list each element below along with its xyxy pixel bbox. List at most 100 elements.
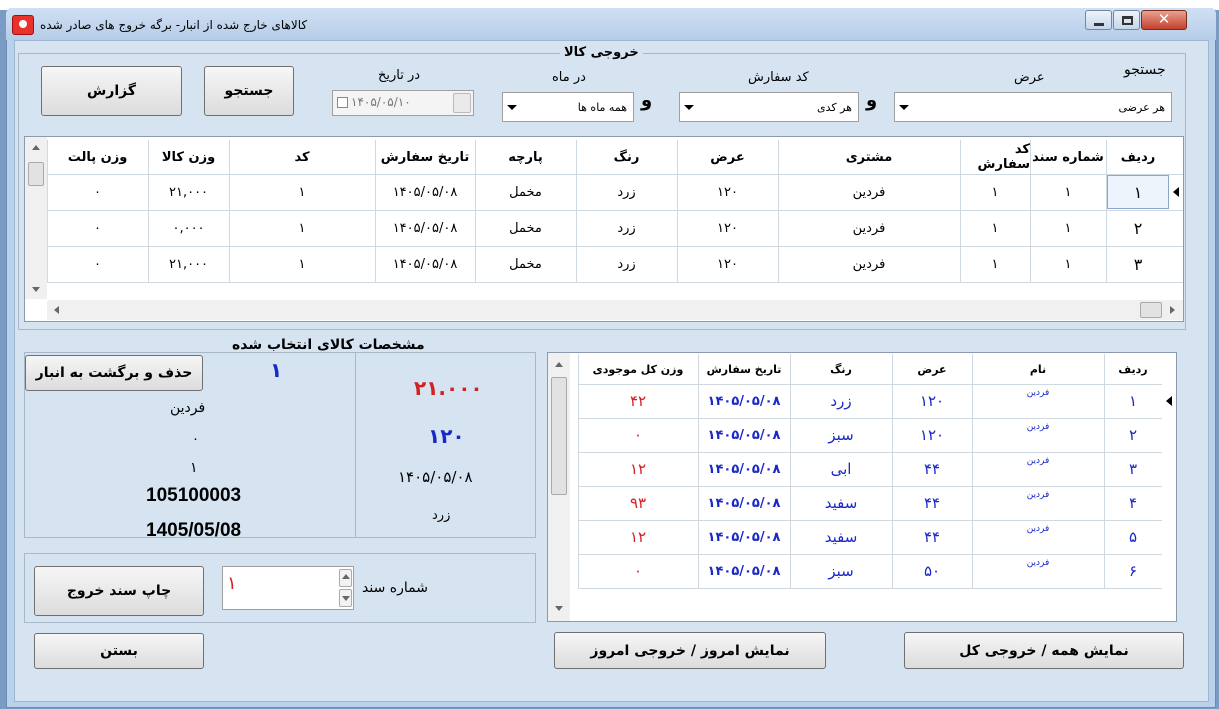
inventory-cell-total-stock-weight: ۱۲ [629,528,647,546]
selected-color: زرد [432,508,451,523]
cell-order-code: ۱ [991,256,999,272]
scroll-up-icon[interactable] [555,362,563,367]
scroll-right-icon[interactable] [1170,306,1175,314]
row-pointer-icon [1173,187,1179,197]
show-all-button[interactable]: نمایش همه / خروجی کل [904,632,1184,669]
inventory-cell-order-date: ۱۴۰۵/۰۵/۰۸ [707,427,781,443]
inventory-cell-name: فردین [1026,558,1050,568]
output-grid-hscroll-thumb[interactable] [1140,302,1162,318]
scroll-down-icon[interactable] [555,606,563,611]
cell-customer: فردین [852,184,886,200]
column-header-color[interactable]: رنگ [576,140,677,174]
dropdown-arrow-icon [684,105,694,110]
inventory-cell-order-date: ۱۴۰۵/۰۵/۰۸ [707,461,781,477]
column-header-document-number[interactable]: شماره سند [1030,140,1106,174]
inventory-cell-color: سبز [828,426,854,444]
inventory-cell-order-date: ۱۴۰۵/۰۵/۰۸ [707,529,781,545]
spin-down-icon [342,596,350,601]
inventory-header-color[interactable]: رنگ [790,354,892,384]
spin-up-icon [342,574,350,579]
close-button[interactable]: ✕ [1141,10,1187,30]
inventory-cell-total-stock-weight: ۱۲ [629,460,647,478]
column-header-order-date[interactable]: تاریخ سفارش [375,140,475,174]
selected-weight: ۲۱.۰۰۰ [414,376,483,400]
cell-order-date: ۱۴۰۵/۰۵/۰۸ [392,256,458,272]
month-filter-combo[interactable]: همه ماه ها [502,92,634,122]
cell-goods-weight: ۲۱,۰۰۰ [168,256,209,272]
minimize-button[interactable] [1085,10,1112,30]
cell-document-number: ۱ [1064,184,1072,200]
dropdown-arrow-icon [899,105,909,110]
column-header-order-code[interactable]: کد سفارش [960,140,1030,174]
output-grid-vscroll-thumb[interactable] [28,162,44,186]
inventory-cell-width: ۴۴ [923,528,941,546]
date-filter-checkbox[interactable] [337,97,348,108]
inventory-cell-name: فردین [1026,388,1050,398]
selected-barcode: 105100003 [146,485,242,506]
close-form-button[interactable]: بستن [34,633,204,669]
details-divider [355,353,356,537]
cell-order-code: ۱ [991,184,999,200]
cell-fabric: مخمل [509,220,542,236]
inventory-cell-row-number: ۴ [1128,494,1138,512]
delete-return-button[interactable]: حذف و برگشت به انبار [25,355,203,391]
app-icon [12,15,34,35]
scroll-up-icon[interactable] [32,145,40,150]
cell-customer: فردین [852,256,886,272]
inventory-cell-color: زرد [830,392,852,410]
cell-pallet-weight: ۰ [94,220,101,236]
inventory-header-name[interactable]: نام [972,354,1104,384]
inventory-cell-total-stock-weight: ۰ [633,562,643,580]
inventory-cell-row-number: ۲ [1128,426,1138,444]
width-filter-combo[interactable]: هر عرضی [894,92,1172,122]
document-number-input[interactable]: ۱ [222,566,354,610]
column-header-width[interactable]: عرض [677,140,778,174]
cell-color: زرد [617,184,636,200]
selected-row-number: ۱ [270,358,283,382]
cell-code: ۱ [298,184,306,200]
inventory-grid-vscroll-thumb[interactable] [551,377,567,495]
search-label: جستجو [1124,62,1166,78]
inventory-cell-color: ابی [830,460,852,478]
and-label-1: و [866,90,878,111]
inventory-header-total-stock-weight[interactable]: وزن کل موجودی [578,354,698,384]
selected-order-date: ۱۴۰۵/۰۵/۰۸ [398,468,473,486]
show-today-button[interactable]: نمایش امروز / خروجی امروز [554,632,826,669]
order-code-filter-combo[interactable]: هر کدی [679,92,859,122]
inventory-cell-total-stock-weight: ۰ [633,426,643,444]
date-filter-dropdown[interactable] [453,93,471,113]
search-button[interactable]: جستجو [204,66,294,116]
inventory-cell-width: ۴۴ [923,494,941,512]
width-filter-label: عرض [1014,70,1045,85]
inventory-header-width[interactable]: عرض [892,354,972,384]
inventory-header-order-date[interactable]: تاریخ سفارش [698,354,790,384]
selected-customer: فردین [170,400,206,416]
inventory-cell-row-number: ۵ [1128,528,1138,546]
month-filter-value: همه ماه ها [577,101,627,114]
column-header-fabric[interactable]: پارچه [475,140,576,174]
inventory-cell-order-date: ۱۴۰۵/۰۵/۰۸ [707,495,781,511]
column-header-row-number[interactable]: ردیف [1106,140,1170,174]
column-header-goods-weight[interactable]: وزن کالا [148,140,229,174]
column-header-customer[interactable]: مشتری [778,140,960,174]
dropdown-arrow-icon [507,105,517,110]
scroll-left-icon[interactable] [54,306,59,314]
column-header-pallet-weight[interactable]: وزن پالت [47,140,148,174]
date-filter-picker[interactable]: ۱۴۰۵/۰۵/۱۰ [332,90,474,116]
print-exit-document-button[interactable]: چاپ سند خروج [34,566,204,616]
report-button[interactable]: گزارش [41,66,182,116]
cell-fabric: مخمل [509,184,542,200]
date-filter-value: ۱۴۰۵/۰۵/۱۰ [351,95,411,109]
maximize-button[interactable] [1113,10,1140,30]
inventory-cell-row-number: ۶ [1128,562,1138,580]
scroll-down-icon[interactable] [32,287,40,292]
cell-order-date: ۱۴۰۵/۰۵/۰۸ [392,184,458,200]
order-code-filter-value: هر کدی [817,101,852,114]
inventory-cell-width: ۵۰ [923,562,941,580]
inventory-cell-order-date: ۱۴۰۵/۰۵/۰۸ [707,393,781,409]
output-grid-hscroll[interactable] [47,300,1183,320]
cell-width: ۱۲۰ [717,184,738,200]
inventory-header-row-number[interactable]: ردیف [1104,354,1162,384]
column-header-code[interactable]: کد [229,140,375,174]
cell-code: ۱ [298,220,306,236]
